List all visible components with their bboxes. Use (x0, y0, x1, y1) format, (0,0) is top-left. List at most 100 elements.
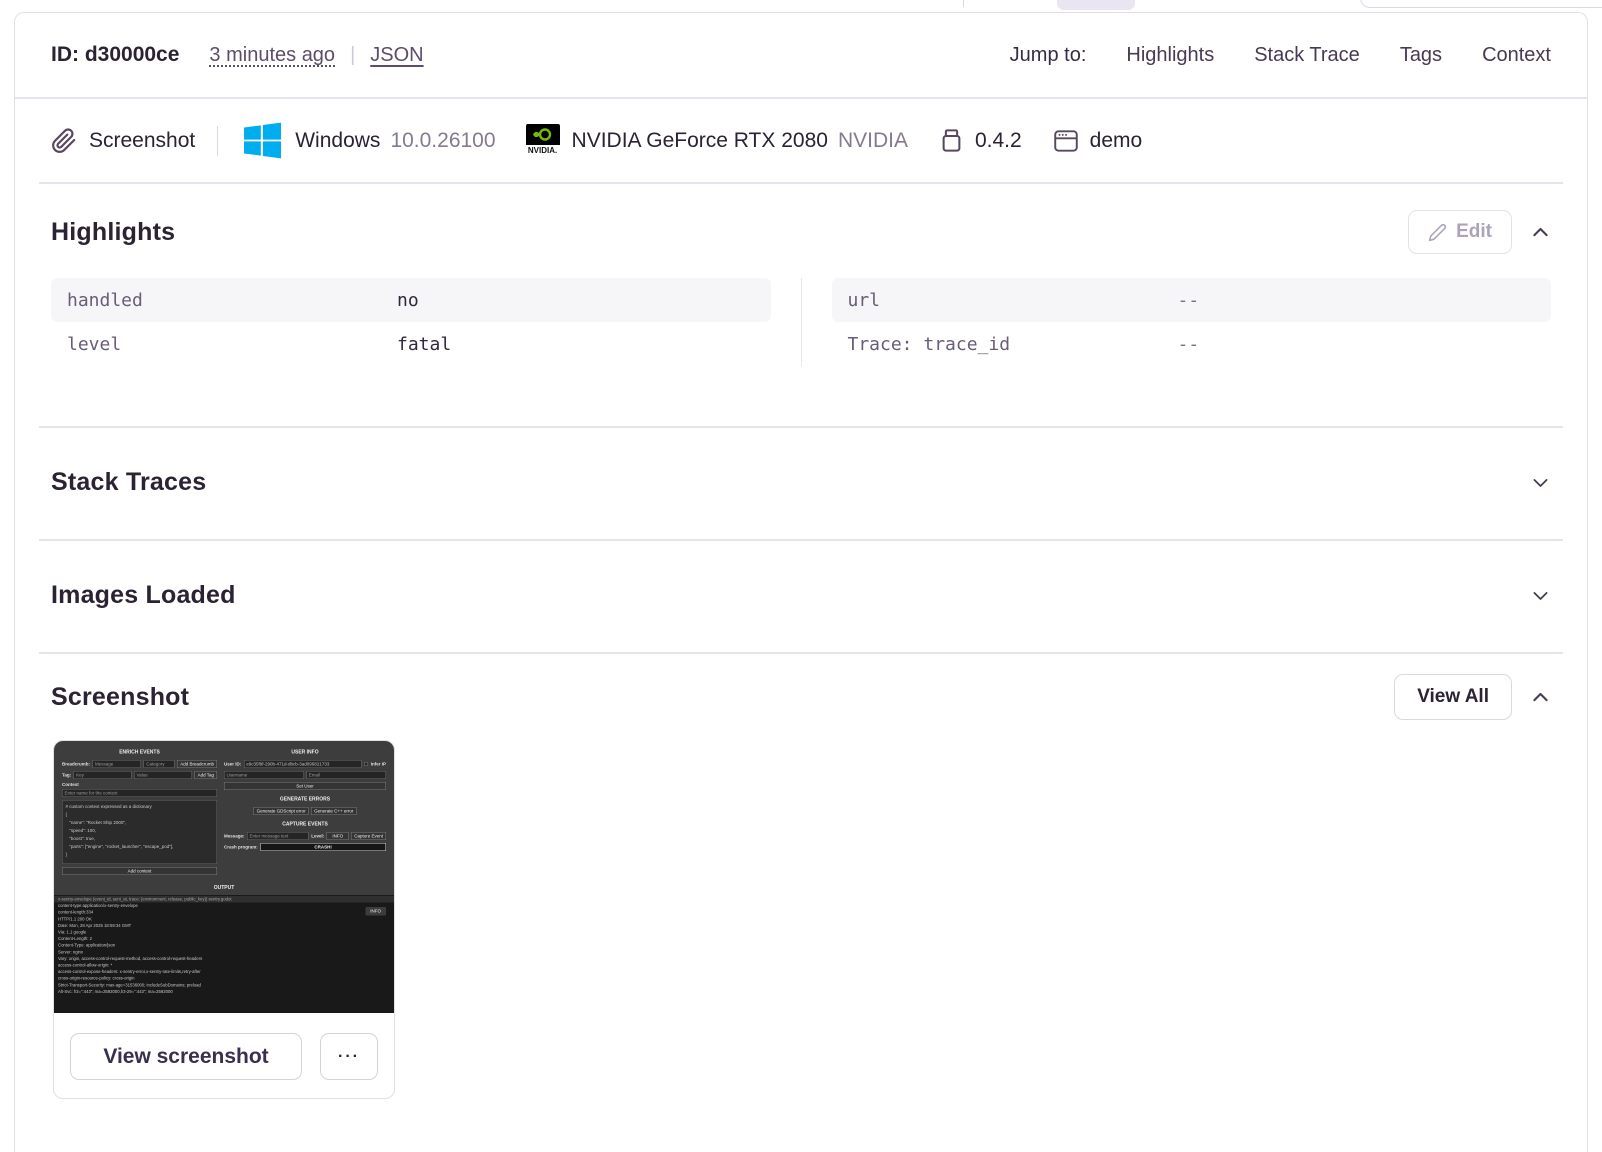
environment-label[interactable]: demo (1090, 129, 1143, 153)
jump-to-nav: Jump to: Highlights Stack Trace Tags Con… (1010, 44, 1551, 67)
mini-input: Key (73, 771, 132, 779)
kv-value: fatal (397, 333, 452, 355)
mini-button: Add context (62, 867, 217, 875)
highlights-kv-grid: handled no level fatal url -- Trace: tra… (51, 278, 1551, 426)
kv-row-trace-id: Trace: trace_id -- (832, 322, 1552, 366)
mini-app-screenshot: ENRICH EVENTS Breadcrumb: Message Catego… (54, 741, 394, 1013)
event-id: ID: d30000ce (51, 43, 180, 66)
event-details-card: ID: d30000ce 3 minutes ago | JSON Jump t… (14, 12, 1588, 1152)
mini-input: Message (92, 760, 142, 768)
json-link[interactable]: JSON (370, 44, 423, 67)
mini-label: Level: (311, 833, 325, 839)
mini-panel-title: CAPTURE EVENTS (282, 821, 328, 828)
jump-link-context[interactable]: Context (1482, 44, 1551, 67)
mini-button: Add Tag (194, 771, 217, 779)
os-version[interactable]: 10.0.26100 (390, 129, 495, 153)
kv-key: url (847, 289, 881, 311)
kv-key: level (67, 333, 122, 355)
kv-value: -- (1177, 289, 1200, 311)
images-loaded-title: Images Loaded (51, 581, 236, 609)
screenshot-title: Screenshot (51, 682, 190, 711)
top-partial-panel (1360, 0, 1602, 8)
mini-crash-button: CRASH! (260, 843, 386, 851)
mini-dropdown: INFO (326, 832, 349, 840)
release-version[interactable]: 0.4.2 (975, 129, 1022, 153)
mini-output-log: x-sentry-envelope {event_id, sent_at, tr… (54, 895, 394, 1013)
mini-input: e9c35f9f-290b-471d-dbcb-3ad096821733 (243, 760, 362, 768)
mini-label: Crash program: (224, 844, 258, 850)
top-partial-strip (0, 0, 1602, 12)
chevron-down-icon (1530, 472, 1551, 493)
browser-window-icon (1052, 127, 1080, 155)
attachment-label[interactable]: Screenshot (89, 129, 195, 153)
mini-label: Breadcrumb: (62, 761, 91, 767)
mini-panel-title: USER INFO (291, 749, 319, 756)
top-partial-pill (1057, 0, 1135, 10)
mini-output-title: OUTPUT (213, 884, 235, 891)
kv-row-level: level fatal (51, 322, 771, 366)
screenshot-thumbnail-card: ENRICH EVENTS Breadcrumb: Message Catego… (53, 740, 395, 1099)
view-all-button[interactable]: View All (1394, 674, 1512, 720)
mini-input: Username (224, 771, 304, 779)
expand-stack-traces-button[interactable] (1530, 472, 1551, 493)
screenshot-section: Screenshot View All ENRICH EVENTS Breadc… (15, 654, 1587, 1099)
collapse-screenshot-button[interactable] (1530, 687, 1551, 708)
kv-key: handled (67, 289, 143, 311)
jump-link-highlights[interactable]: Highlights (1126, 44, 1214, 67)
mini-button: Add Breadcrumb (177, 760, 217, 768)
mini-input: Enter message text (247, 832, 309, 840)
edit-highlights-button[interactable]: Edit (1408, 210, 1512, 254)
jump-to-label: Jump to: (1009, 43, 1087, 66)
mini-label: Tag: (62, 772, 72, 778)
pencil-icon (1428, 223, 1447, 242)
gpu-vendor[interactable]: NVIDIA (838, 129, 908, 153)
kv-row-url: url -- (831, 278, 1551, 322)
mini-button: Generate GDScript error (253, 807, 309, 815)
mini-label: Message: (224, 833, 245, 839)
nvidia-logo-text: NVIDIA. (527, 145, 558, 155)
mini-button: Generate C++ error (311, 807, 357, 815)
view-screenshot-button[interactable]: View screenshot (70, 1033, 302, 1080)
gpu-name: NVIDIA GeForce RTX 2080 (571, 128, 828, 152)
event-header: ID: d30000ce 3 minutes ago | JSON Jump t… (15, 13, 1587, 99)
context-divider (217, 125, 219, 156)
mini-input: Value (134, 771, 193, 779)
jump-link-stack-trace[interactable]: Stack Trace (1254, 44, 1360, 67)
mini-checkbox (364, 762, 369, 766)
os-name: Windows (295, 128, 381, 152)
windows-logo (244, 122, 282, 159)
highlights-section: Highlights Edit handled no level fatal u… (15, 184, 1587, 426)
mini-input: Email (306, 771, 386, 779)
mini-panel-title: ENRICH EVENTS (119, 749, 160, 756)
mini-button: Set User (224, 782, 386, 790)
kv-value: -- (1177, 333, 1200, 355)
mini-userinfo-panel: USER INFO User ID: e9c35f9f-290b-471d-db… (224, 748, 386, 875)
mini-label: Context (62, 782, 79, 787)
mini-input: Category (143, 760, 175, 768)
expand-images-loaded-button[interactable] (1530, 585, 1551, 606)
event-time-link[interactable]: 3 minutes ago (209, 44, 335, 67)
nvidia-logo: NVIDIA. (525, 123, 560, 158)
kv-key: Trace: trace_id (847, 333, 1011, 355)
mini-context-code: # custom context expressed as a dictiona… (62, 800, 217, 864)
chevron-down-icon (1530, 585, 1551, 606)
stack-traces-title: Stack Traces (51, 468, 207, 496)
screenshot-thumbnail-image[interactable]: ENRICH EVENTS Breadcrumb: Message Catego… (54, 741, 394, 1013)
collapse-highlights-button[interactable] (1530, 222, 1551, 243)
kv-row-handled: handled no (51, 278, 771, 322)
chevron-up-icon (1530, 222, 1551, 243)
mini-panel-title: GENERATE ERRORS (279, 796, 331, 803)
mini-label: Infer IP (370, 761, 386, 767)
mini-button: Capture Event (351, 832, 386, 840)
mini-input: Enter name for the context (62, 789, 217, 797)
kv-column-divider (800, 278, 802, 366)
edit-label: Edit (1456, 221, 1492, 242)
screenshot-more-button[interactable]: ··· (320, 1033, 378, 1080)
mini-enrich-panel: ENRICH EVENTS Breadcrumb: Message Catego… (62, 748, 217, 875)
mini-info-chip: INFO (365, 907, 386, 916)
paperclip-icon (51, 127, 77, 154)
jump-link-tags[interactable]: Tags (1400, 44, 1442, 67)
kv-value: no (397, 289, 419, 311)
top-partial-divider (963, 0, 964, 7)
stack-traces-section: Stack Traces (15, 428, 1587, 539)
